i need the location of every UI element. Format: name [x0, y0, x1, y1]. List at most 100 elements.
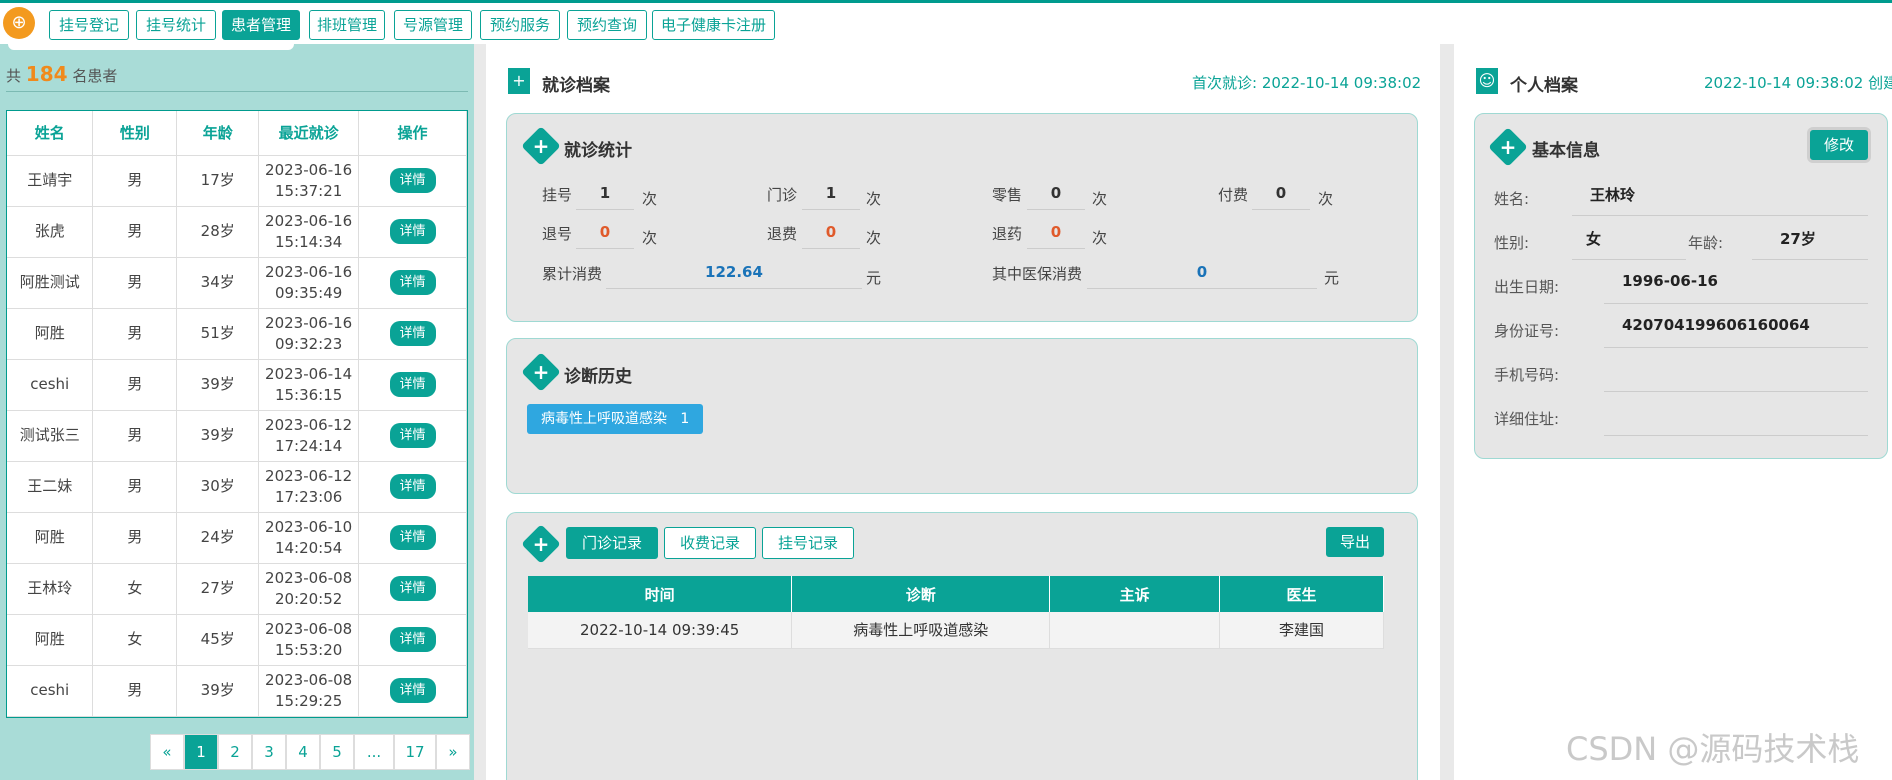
detail-button[interactable]: 详情	[389, 372, 436, 397]
nav-patient-management[interactable]: 患者管理	[222, 10, 300, 40]
gutter	[474, 44, 486, 780]
detail-button[interactable]: 详情	[389, 576, 436, 601]
cell-name: 张虎	[7, 206, 94, 258]
cell-action: 详情	[358, 206, 467, 258]
cell-action: 详情	[358, 359, 467, 411]
nav-registration[interactable]: 挂号登记	[49, 10, 129, 40]
nav-slot-management[interactable]: 号源管理	[394, 10, 472, 40]
cell-last-visit: 2023-06-16 09:32:23	[258, 308, 360, 360]
cell-name: 王靖宇	[7, 155, 94, 207]
page-prev[interactable]: «	[150, 734, 184, 770]
document-icon: +	[508, 68, 530, 94]
cell-age: 39岁	[176, 665, 260, 717]
page-2[interactable]: 2	[218, 734, 252, 770]
hospital-logo-icon: ⊕	[3, 7, 35, 39]
edit-button[interactable]: 修改	[1810, 130, 1868, 160]
page-17[interactable]: 17	[394, 734, 436, 770]
tab-charge-records[interactable]: 收费记录	[664, 527, 756, 559]
cell-last-visit: 2023-06-16 15:14:34	[258, 206, 360, 258]
col-age: 年龄	[176, 111, 260, 156]
cell-sex: 男	[92, 410, 178, 462]
visit-date: 2023-06-16	[265, 262, 353, 281]
cell-age: 17岁	[176, 155, 260, 207]
refund-count: 0	[802, 223, 860, 249]
page-4[interactable]: 4	[286, 734, 320, 770]
detail-button[interactable]: 详情	[389, 168, 436, 193]
refund-unit: 次	[866, 229, 882, 247]
cell-sex: 男	[92, 665, 178, 717]
retail-label: 零售	[992, 186, 1023, 204]
cell-age: 24岁	[176, 512, 260, 564]
table-row: 阿胜测试男 34岁 2023-06-16 09:35:49 详情	[7, 257, 467, 309]
cell-last-visit: 2023-06-12 17:23:06	[258, 461, 360, 513]
detail-button[interactable]: 详情	[389, 525, 436, 550]
page-5[interactable]: 5	[320, 734, 354, 770]
page-1[interactable]: 1	[184, 734, 218, 770]
page-3[interactable]: 3	[252, 734, 286, 770]
cell-last-visit: 2023-06-10 14:20:54	[258, 512, 360, 564]
cell-action: 详情	[358, 257, 467, 309]
visit-time: 20:20:52	[274, 589, 343, 608]
birth-value: 1996-06-16	[1604, 272, 1868, 304]
cell-sex: 男	[92, 155, 178, 207]
patient-table-container: 姓名 性别 年龄 最近就诊 操作 王靖宇男 17岁 2023-06-16 15:37:…	[6, 110, 468, 718]
plus-diamond-icon: +	[521, 352, 561, 392]
address-value	[1604, 404, 1868, 436]
col-complaint: 主诉	[1049, 576, 1221, 612]
cell-action: 详情	[358, 665, 467, 717]
visit-time: 15:14:34	[274, 232, 343, 251]
detail-button[interactable]: 详情	[389, 678, 436, 703]
cell-last-visit: 2023-06-08 15:29:25	[258, 665, 360, 717]
visit-record-title: 就诊档案	[542, 76, 610, 96]
table-row: 测试张三男 39岁 2023-06-12 17:24:14 详情	[7, 410, 467, 462]
tab-registration-records[interactable]: 挂号记录	[762, 527, 854, 559]
visit-time: 15:37:21	[274, 181, 343, 200]
nav-appointment-query[interactable]: 预约查询	[567, 10, 647, 40]
nav-registration-stats[interactable]: 挂号统计	[136, 10, 216, 40]
patient-total: 共 184 名患者	[6, 62, 117, 86]
sex-value: 女	[1572, 228, 1686, 260]
nav-appointment-service[interactable]: 预约服务	[480, 10, 560, 40]
cell-action: 详情	[358, 308, 467, 360]
cell-age: 39岁	[176, 359, 260, 411]
nav-health-card-register[interactable]: 电子健康卡注册	[652, 10, 775, 40]
detail-button[interactable]: 详情	[389, 423, 436, 448]
phone-value	[1604, 360, 1868, 392]
search-box-edge	[8, 44, 294, 50]
export-button[interactable]: 导出	[1326, 527, 1384, 557]
unreg-label: 退号	[542, 225, 573, 243]
detail-button[interactable]: 详情	[389, 474, 436, 499]
profile-icon: ☺	[1476, 68, 1498, 94]
cell-age: 27岁	[176, 563, 260, 615]
detail-button[interactable]: 详情	[389, 219, 436, 244]
visit-time: 15:29:25	[274, 691, 343, 710]
id-number-label: 身份证号:	[1494, 322, 1560, 340]
visit-date: 2023-06-16	[265, 313, 353, 332]
cell-name: 王二妹	[7, 461, 94, 513]
tab-outpatient-records[interactable]: 门诊记录	[566, 527, 658, 559]
patient-table: 姓名 性别 年龄 最近就诊 操作 王靖宇男 17岁 2023-06-16 15:37:…	[7, 111, 467, 717]
col-diagnosis: 诊断	[791, 576, 1051, 612]
records-table: 时间 诊断 主诉 医生 2022-10-14 09:39:45 病毒性上呼吸道感…	[528, 576, 1384, 649]
cell-age: 51岁	[176, 308, 260, 360]
diagnosis-tag[interactable]: 病毒性上呼吸道感染 1	[527, 404, 704, 434]
total-suffix: 名患者	[72, 67, 118, 85]
insurance-spend-label: 其中医保消费	[992, 265, 1083, 283]
page-next[interactable]: »	[436, 734, 470, 770]
return-drug-label: 退药	[992, 225, 1023, 243]
cell-last-visit: 2023-06-16 15:37:21	[258, 155, 360, 207]
cell-age: 34岁	[176, 257, 260, 309]
detail-button[interactable]: 详情	[389, 627, 436, 652]
unreg-count: 0	[576, 223, 634, 249]
detail-button[interactable]: 详情	[389, 321, 436, 346]
detail-button[interactable]: 详情	[389, 270, 436, 295]
cell-name: 阿胜	[7, 614, 94, 666]
unreg-unit: 次	[642, 229, 658, 247]
retail-count: 0	[1027, 184, 1085, 210]
cell-sex: 男	[92, 206, 178, 258]
visit-time: 17:24:14	[274, 436, 343, 455]
age-label: 年龄:	[1688, 234, 1724, 252]
table-row: 阿胜男 24岁 2023-06-10 14:20:54 详情	[7, 512, 467, 564]
first-visit-info: 首次就诊: 2022-10-14 09:38:02	[1192, 72, 1421, 93]
nav-scheduling[interactable]: 排班管理	[309, 10, 385, 40]
